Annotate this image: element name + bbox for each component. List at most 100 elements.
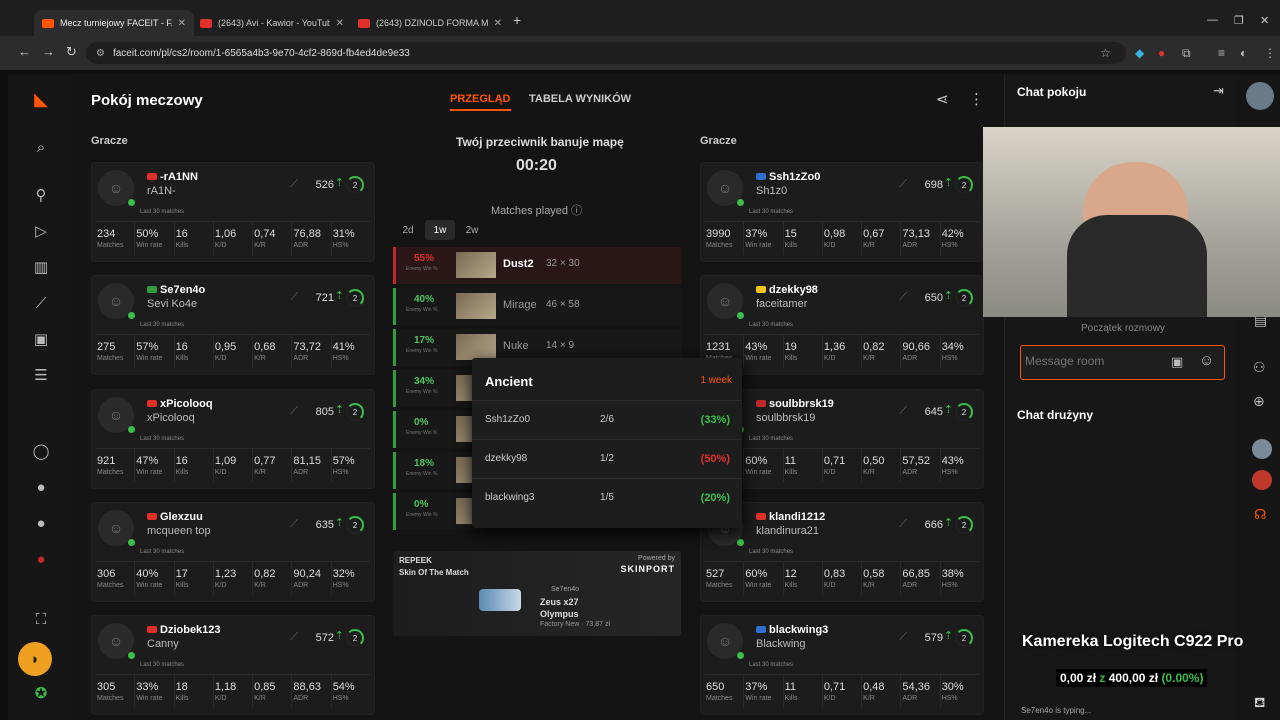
range-1w[interactable]: 1w [425,220,455,240]
url-field[interactable]: ⚙ faceit.com/pl/cs2/room/1-6565a4b3-9e70… [86,42,1126,64]
share-icon[interactable]: ⋖ [936,90,949,108]
friends-icon[interactable]: ⚇ [1253,359,1266,376]
bookmark-star-icon[interactable]: ☆ [1100,46,1111,60]
stat-value: 60% [745,455,768,467]
add-icon[interactable]: ⊕ [1253,393,1265,410]
map-row[interactable]: 55% Enemy Win % Dust2 32 × 30 [393,247,681,284]
message-room-field[interactable]: ▣ ☺ [1020,345,1225,380]
close-icon[interactable]: ✕ [494,18,502,29]
player-card[interactable]: ☺ klandi1212 klandinura21 ⟋ 666 ⇡ 2 Last… [700,502,984,602]
stat-cell: 0,82 K/R [862,335,902,368]
expand-icon[interactable]: ⛶ [30,608,52,630]
avatar-club-1[interactable]: ● [30,476,52,498]
player-card[interactable]: ☺ Dziobek123 Canny ⟋ 572 ⇡ 2 Last 30 mat… [91,615,375,715]
player-card[interactable]: ☺ -rA1NN rA1N- ⟋ 526 ⇡ 2 Last 30 matches… [91,162,375,262]
maximize-icon[interactable]: ❐ [1234,14,1244,27]
map-row[interactable]: 40% Enemy Win % Mirage 46 × 58 [393,288,681,325]
player-card[interactable]: ☺ xPicolooq xPicolooq ⟋ 805 ⇡ 2 Last 30 … [91,389,375,489]
last-30-label: Last 30 matches [749,662,794,668]
user-avatar[interactable] [1246,82,1274,110]
player-real-name: soulbbrsk19 [756,412,816,424]
stat-value: 50% [136,228,159,240]
stat-value: 88,63 [293,681,321,693]
ranking-icon[interactable]: ▥ [30,256,52,278]
stat-cell: 275 Matches [96,335,136,368]
skin-of-the-match-card[interactable]: REPEEK Skin Of The Match Powered by SKIN… [393,551,681,636]
support-headset-icon[interactable]: ☊ [1254,506,1266,523]
player-name[interactable]: blackwing3 [756,624,828,636]
stat-label: K/D [823,469,836,476]
play-icon[interactable]: ▷ [30,220,52,242]
close-icon[interactable]: ✕ [336,18,344,29]
extension-icon[interactable]: ◆ [1135,46,1144,60]
player-name[interactable]: klandi1212 [756,511,825,523]
extensions-puzzle-icon[interactable]: ⧉ [1182,46,1191,61]
player-name[interactable]: Dziobek123 [147,624,221,636]
player-name[interactable]: Ssh1zZo0 [756,171,820,183]
player-name[interactable]: soulbbrsk19 [756,398,834,410]
find-players-icon[interactable]: ⚲ [30,184,52,206]
emoji-icon[interactable]: ☺ [1199,352,1214,369]
premium-icon[interactable]: ◗ [18,642,52,676]
range-2d[interactable]: 2d [393,220,423,240]
faceit-bottom-icon[interactable]: ⛾ [1254,694,1265,713]
stats-chart-icon[interactable]: ⟋ [30,292,52,314]
faceit-logo-icon[interactable]: ◣ [30,88,52,110]
recent-form-icon: ⇡ [334,290,344,302]
close-icon[interactable]: ✕ [178,18,186,29]
forward-icon[interactable]: → [42,44,55,59]
player-name[interactable]: Se7en4o [147,284,205,296]
range-2w[interactable]: 2w [457,220,487,240]
player-card[interactable]: ☺ Glexzuu mcqueen top ⟋ 635 ⇡ 2 Last 30 … [91,502,375,602]
player-card[interactable]: ☺ Ssh1zZo0 Sh1z0 ⟋ 698 ⇡ 2 Last 30 match… [700,162,984,262]
player-elo: 666 [924,519,943,531]
avatar-club-3[interactable]: ● [30,548,52,570]
player-card[interactable]: ☺ blackwing3 Blackwing ⟋ 579 ⇡ 2 Last 30… [700,615,984,715]
reload-icon[interactable]: ↻ [66,44,77,60]
profile-icon[interactable]: ◐ [1240,46,1247,60]
club-icon[interactable]: ◯ [30,440,52,462]
stat-cell: 306 Matches [96,562,136,595]
collapse-chat-icon[interactable]: ⇥ [1213,83,1224,99]
browser-tab-youtube-1[interactable]: (2643) Avi - Kawior - YouTube ✕ [192,10,352,36]
video-icon[interactable]: ▣ [30,328,52,350]
stat-cell: 305 Matches [96,675,136,708]
player-name[interactable]: Glexzuu [147,511,203,523]
player-name[interactable]: -rA1NN [147,171,198,183]
last-30-label: Last 30 matches [140,436,185,442]
status-online-icon[interactable]: ✪ [30,682,52,704]
stat-label: Kills [175,242,189,249]
elo-trend-icon: ⟋ [899,291,907,303]
browser-tab-faceit[interactable]: Mecz turniejowy FACEIT - FACEI ✕ [34,10,194,36]
stat-value: 19 [784,341,797,353]
stat-value: 43% [745,341,768,353]
extension-record-icon[interactable]: ● [1158,46,1165,60]
new-tab-icon[interactable]: + [513,12,521,28]
player-name[interactable]: xPicolooq [147,398,213,410]
stat-cell: 18 Kills [175,675,214,708]
site-info-icon[interactable]: ⚙ [96,48,105,59]
avatar-club-2[interactable]: ● [30,512,52,534]
more-options-icon[interactable]: ⋮ [969,90,984,108]
menu-kebab-icon[interactable]: ⋮ [1264,46,1276,60]
tab-scoreboard[interactable]: TABELA WYNIKÓW [529,93,631,105]
close-window-icon[interactable]: ✕ [1260,14,1269,27]
search-icon[interactable]: ⌕ [30,136,52,158]
player-name[interactable]: dzekky98 [756,284,818,296]
tab-search-icon[interactable]: ≡ [1218,46,1225,60]
stat-value: 66,85 [902,568,930,580]
player-card[interactable]: ☺ Se7en4o Sevi Ko4e ⟋ 721 ⇡ 2 Last 30 ma… [91,275,375,375]
friend-avatar[interactable] [1252,439,1272,459]
tab-overview[interactable]: PRZEGLĄD [450,93,511,111]
player-card[interactable]: ☺ dzekky98 faceitamer ⟋ 650 ⇡ 2 Last 30 … [700,275,984,375]
back-icon[interactable]: ← [18,44,31,59]
stat-cell: 73,72 ADR [292,335,332,368]
image-upload-icon[interactable]: ▣ [1171,354,1183,370]
message-room-input[interactable] [1025,354,1165,368]
skill-level-badge: 2 [955,516,973,534]
player-card[interactable]: ☺ soulbbrsk19 soulbbrsk19 ⟋ 645 ⇡ 2 Last… [700,389,984,489]
browser-tab-youtube-2[interactable]: (2643) DZINOLD FORMA MUTA ✕ [350,10,510,36]
minimize-icon[interactable]: — [1207,14,1218,26]
list-icon[interactable]: ☰ [30,364,52,386]
friend-avatar[interactable] [1252,470,1272,490]
